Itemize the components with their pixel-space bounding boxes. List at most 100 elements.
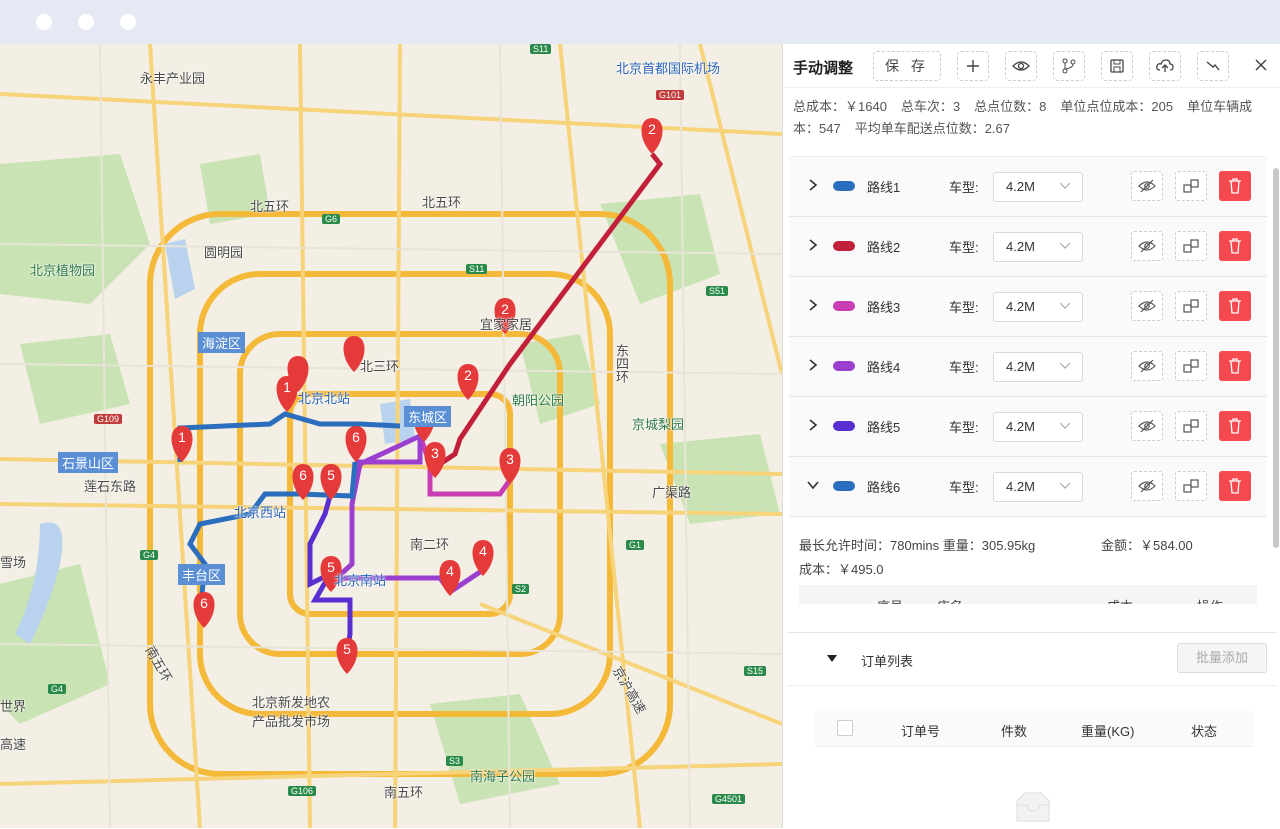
empty-inbox-icon	[1016, 792, 1050, 822]
close-icon	[1255, 59, 1267, 71]
map-label-jingcheng-liyuan: 京城梨园	[632, 417, 685, 432]
marker-route-3-c[interactable]: 3	[499, 448, 521, 484]
branch-button[interactable]	[1053, 51, 1085, 81]
route-row[interactable]: 路线2 车型: 4.2M	[789, 217, 1267, 277]
vehicle-type-value: 4.2M	[1006, 239, 1035, 254]
vehicle-type-select[interactable]: 4.2M	[993, 412, 1083, 442]
order-list-title: 订单列表	[861, 654, 914, 669]
eye-off-icon	[1138, 239, 1156, 253]
split-route-button[interactable]	[1175, 471, 1207, 501]
eye-off-icon	[1138, 299, 1156, 313]
hide-route-button[interactable]	[1131, 291, 1163, 321]
trend-down-icon	[1206, 61, 1220, 71]
marker-route-6-a[interactable]: 6	[345, 426, 367, 462]
hide-route-button[interactable]	[1131, 411, 1163, 441]
route-name: 路线1	[867, 180, 901, 195]
col-status: 状态	[1191, 724, 1218, 739]
route-color-swatch	[833, 241, 855, 251]
route-color-swatch	[833, 421, 855, 431]
marker-route-4-b[interactable]: 4	[439, 560, 461, 596]
map-label-north-3rd-ring: 北三环	[360, 359, 400, 374]
delete-route-button[interactable]	[1219, 171, 1251, 201]
chevron-right-icon[interactable]	[807, 239, 819, 251]
route-row[interactable]: 路线1 车型: 4.2M	[789, 157, 1267, 217]
route-limits: 最长允许时间：780mins 重量：305.95kg	[799, 538, 1036, 553]
route-row[interactable]: 路线6 车型: 4.2M	[789, 457, 1267, 517]
panel-header: 手动调整 保 存	[783, 44, 1280, 88]
delete-route-button[interactable]	[1219, 351, 1251, 381]
delete-route-button[interactable]	[1219, 291, 1251, 321]
map-label-south-2nd-ring: 南二环	[410, 537, 450, 552]
plus-icon	[967, 60, 979, 72]
map-label-chaoyang-park: 朝阳公园	[512, 393, 565, 408]
chevron-right-icon[interactable]	[807, 299, 819, 311]
summary-stats: 总成本：￥1640 总车次：3 总点位数：8 单位点位成本：205 单位车辆成本：547…	[793, 96, 1273, 140]
road-tag: G6	[322, 214, 341, 224]
split-route-button[interactable]	[1175, 231, 1207, 261]
col-cost: 成本	[1107, 596, 1133, 604]
split-route-button[interactable]	[1175, 291, 1207, 321]
hide-route-button[interactable]	[1131, 471, 1163, 501]
route-amount: 金额：￥584.00	[1101, 538, 1193, 553]
vehicle-type-select[interactable]: 4.2M	[993, 172, 1083, 202]
save-button[interactable]: 保 存	[873, 51, 941, 81]
delete-route-button[interactable]	[1219, 231, 1251, 261]
select-all-checkbox[interactable]	[837, 720, 853, 736]
close-panel-button[interactable]	[1251, 55, 1271, 75]
delete-route-button[interactable]	[1219, 411, 1251, 441]
chevron-right-icon[interactable]	[807, 179, 819, 191]
split-route-button[interactable]	[1175, 171, 1207, 201]
hide-route-button[interactable]	[1131, 171, 1163, 201]
vehicle-type-value: 4.2M	[1006, 179, 1035, 194]
chevron-right-icon[interactable]	[807, 359, 819, 371]
road-tag: S11	[530, 44, 552, 54]
hide-route-button[interactable]	[1131, 231, 1163, 261]
window-maximize-dot[interactable]	[120, 14, 136, 30]
map-label-nanhaizi-park: 南海子公园	[470, 769, 536, 784]
avg-points-per-vehicle: 平均单车配送点位数：2.67	[854, 121, 1011, 136]
vehicle-type-select[interactable]: 4.2M	[993, 292, 1083, 322]
route-row[interactable]: 路线5 车型: 4.2M	[789, 397, 1267, 457]
chevron-down-icon	[1060, 302, 1070, 309]
trend-button[interactable]	[1197, 51, 1229, 81]
vehicle-type-value: 4.2M	[1006, 479, 1035, 494]
save-disk-button[interactable]	[1101, 51, 1133, 81]
store-table-header: 序号 店名 成本 操作	[799, 585, 1257, 604]
preview-button[interactable]	[1005, 51, 1037, 81]
window-minimize-dot[interactable]	[78, 14, 94, 30]
chevron-down-icon[interactable]	[807, 479, 819, 491]
marker-route-5-c[interactable]: 5	[336, 638, 358, 674]
vehicle-type-label: 车型:	[949, 360, 979, 375]
split-route-button[interactable]	[1175, 411, 1207, 441]
vehicle-type-select[interactable]: 4.2M	[993, 232, 1083, 262]
route-list-scrollbar[interactable]	[1273, 168, 1279, 548]
route-map[interactable]: 2 2 2 1 1 6 3 3 3 6 5 4 4 5 6 5 S11 G101…	[0, 44, 782, 828]
marker-route-6-c[interactable]: 6	[193, 592, 215, 628]
marker-route-2-a[interactable]: 2	[641, 118, 663, 154]
map-label-xuechang: 雪场	[0, 555, 27, 570]
split-route-button[interactable]	[1175, 351, 1207, 381]
svg-text:3: 3	[506, 451, 514, 467]
road-tag: G4	[48, 684, 67, 694]
map-label-south-5th-ring-south: 南五环	[384, 785, 424, 800]
vehicle-type-label: 车型:	[949, 240, 979, 255]
chevron-right-icon[interactable]	[807, 419, 819, 431]
delete-route-button[interactable]	[1219, 471, 1251, 501]
col-index: 序号	[877, 596, 903, 604]
vehicle-type-select[interactable]: 4.2M	[993, 472, 1083, 502]
collapse-triangle-icon[interactable]	[827, 655, 837, 663]
window-close-dot[interactable]	[36, 14, 52, 30]
route-row[interactable]: 路线3 车型: 4.2M	[789, 277, 1267, 337]
route-name: 路线2	[867, 240, 901, 255]
route-color-swatch	[833, 481, 855, 491]
hide-route-button[interactable]	[1131, 351, 1163, 381]
district-fengtai: 丰台区	[178, 564, 226, 585]
upload-cloud-button[interactable]	[1149, 51, 1181, 81]
branch-icon	[1062, 58, 1076, 74]
marker-route-4-a[interactable]: 4	[472, 540, 494, 576]
divider	[787, 685, 1277, 686]
batch-add-button[interactable]: 批量添加	[1177, 643, 1267, 673]
add-button[interactable]	[957, 51, 989, 81]
route-row[interactable]: 路线4 车型: 4.2M	[789, 337, 1267, 397]
vehicle-type-select[interactable]: 4.2M	[993, 352, 1083, 382]
